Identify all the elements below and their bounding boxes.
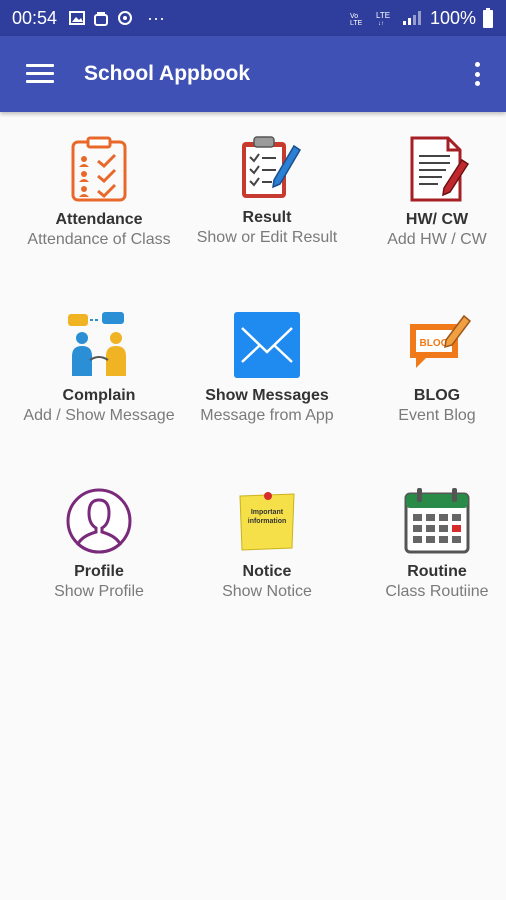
- status-bar: 00:54 ··· Vo LTE LTE ↓↑ 100%: [0, 0, 506, 36]
- tile-title: HW/ CW: [405, 211, 469, 228]
- profile-person-icon: [66, 488, 132, 554]
- volte-icon: VoLTE: [350, 13, 363, 26]
- app-bar: School Appbook: [0, 36, 506, 112]
- notice-sticky-note-icon: Important information: [239, 492, 295, 551]
- tile-title: BLOG: [413, 387, 461, 404]
- complain-people-chat-icon: [68, 312, 126, 376]
- status-time: 00:54: [12, 7, 58, 28]
- tile-blog[interactable]: BLOG BLOG Event Blog: [353, 310, 506, 426]
- svg-text:↓↑: ↓↑: [378, 21, 384, 26]
- tile-profile[interactable]: Profile Show Profile: [15, 486, 183, 602]
- battery-percent: 100%: [429, 7, 476, 28]
- result-clipboard-pen-icon: [242, 136, 302, 198]
- tile-subtitle: Class Routiine: [385, 583, 489, 600]
- tile-subtitle: Show or Edit Result: [196, 229, 338, 246]
- more-notifications: ···: [147, 7, 166, 28]
- signal-icon: [402, 11, 421, 25]
- tile-show-messages[interactable]: Show Messages Message from App: [183, 310, 351, 426]
- tile-subtitle: Event Blog: [398, 407, 476, 424]
- tile-routine[interactable]: Routine Class Routiine: [353, 486, 506, 602]
- app-title: School Appbook: [84, 62, 251, 85]
- tile-title: Show Messages: [205, 387, 329, 404]
- homework-document-pen-icon: [410, 136, 470, 202]
- tile-title: Profile: [74, 563, 124, 580]
- blog-speech-bubble-icon: BLOG: [410, 314, 472, 368]
- battery-icon: [483, 8, 493, 28]
- calendar-icon: [404, 488, 470, 554]
- tile-subtitle: Show Notice: [222, 583, 312, 600]
- tile-attendance[interactable]: Attendance Attendance of Class: [15, 134, 183, 250]
- tile-complain[interactable]: Complain Add / Show Message: [15, 310, 183, 426]
- tile-title: Complain: [62, 387, 136, 404]
- sync-icon: [118, 11, 133, 25]
- tile-title: Attendance: [55, 211, 143, 228]
- tile-title: Notice: [242, 563, 292, 580]
- attendance-clipboard-icon: [71, 136, 127, 202]
- svg-text:LTE: LTE: [376, 11, 390, 20]
- tile-subtitle: Show Profile: [54, 583, 144, 600]
- tile-subtitle: Attendance of Class: [27, 231, 171, 248]
- tile-subtitle: Add / Show Message: [23, 407, 175, 424]
- tile-subtitle: Message from App: [200, 407, 334, 424]
- tile-hw-cw[interactable]: HW/ CW Add HW / CW: [353, 134, 506, 250]
- svg-text:LTE: LTE: [350, 20, 363, 26]
- menu-icon[interactable]: [26, 64, 54, 84]
- mail-envelope-icon: [234, 312, 300, 378]
- bag-icon: [94, 12, 109, 26]
- overflow-menu-icon[interactable]: [474, 62, 480, 86]
- tile-subtitle: Add HW / CW: [387, 231, 487, 248]
- tile-result[interactable]: Result Show or Edit Result: [183, 132, 351, 248]
- tile-title: Routine: [407, 563, 467, 580]
- lte-icon: LTE↓↑: [376, 11, 390, 26]
- gallery-icon: [69, 11, 86, 25]
- tile-title: Result: [242, 209, 292, 226]
- tile-notice[interactable]: Important information Notice Show Notice: [183, 486, 351, 602]
- svg-text:Vo: Vo: [350, 13, 358, 20]
